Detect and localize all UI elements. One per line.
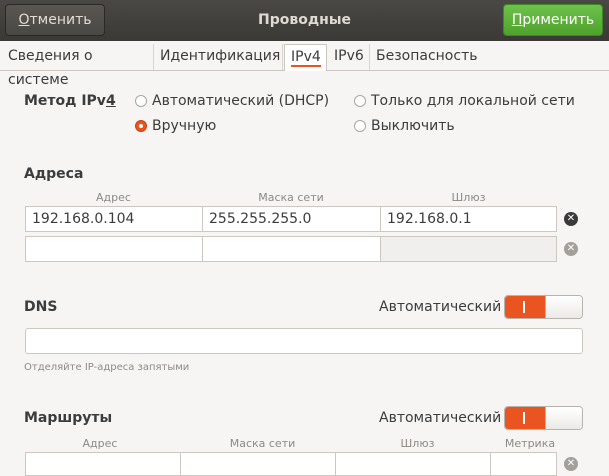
dns-hint: Отделяйте IP-адреса запятыми — [24, 362, 190, 373]
tab-identity[interactable]: Идентификация — [154, 44, 283, 70]
route-metric-field[interactable] — [490, 452, 557, 476]
routes-col-netmask: Маска сети — [229, 437, 296, 450]
apply-button[interactable]: Применить — [503, 4, 603, 36]
tab-bar: Сведения о системе Идентификация IPv4 IP… — [0, 41, 609, 88]
tab-details[interactable]: Сведения о системе — [2, 44, 154, 88]
radio-link-local[interactable] — [354, 95, 366, 107]
address-field-1[interactable]: 192.168.0.104 — [25, 206, 203, 232]
switch-on-indicator — [505, 407, 545, 429]
routes-col-metric: Метрика — [504, 437, 556, 450]
routes-auto-switch[interactable] — [504, 406, 583, 430]
routes-col-gateway: Шлюз — [400, 437, 435, 450]
tab-ipv4[interactable]: IPv4 — [284, 44, 327, 71]
route-address-field[interactable] — [25, 452, 181, 476]
cancel-button[interactable]: Отменить — [5, 4, 105, 36]
radio-dhcp[interactable] — [135, 95, 147, 107]
route-gateway-field[interactable] — [335, 452, 491, 476]
clear-icon[interactable]: ✕ — [564, 457, 578, 471]
ipv4-method-label: Метод IPv4 — [24, 93, 116, 109]
dns-auto-label: Автоматический — [379, 299, 502, 315]
radio-manual-label[interactable]: Вручную — [152, 118, 216, 134]
radio-disable-label[interactable]: Выключить — [371, 118, 455, 134]
gateway-field-2[interactable] — [380, 236, 557, 262]
routes-col-address: Адрес — [82, 437, 118, 450]
clear-icon[interactable]: ✕ — [564, 242, 578, 256]
addresses-title: Адреса — [24, 166, 84, 182]
dns-auto-switch[interactable] — [504, 295, 583, 319]
clear-icon[interactable]: ✕ — [564, 212, 578, 226]
radio-manual[interactable] — [135, 120, 147, 132]
header-bar: Отменить Проводные Применить — [0, 0, 609, 42]
switch-knob — [545, 407, 582, 429]
tab-ipv6[interactable]: IPv6 — [328, 44, 370, 70]
dns-title: DNS — [24, 299, 58, 315]
dns-input[interactable] — [25, 328, 583, 354]
address-field-2[interactable] — [25, 236, 203, 262]
radio-disable[interactable] — [354, 120, 366, 132]
routes-title: Маршруты — [24, 410, 113, 426]
route-netmask-field[interactable] — [180, 452, 336, 476]
switch-knob — [545, 296, 582, 318]
tab-security[interactable]: Безопасность — [370, 44, 480, 70]
netmask-field-1[interactable]: 255.255.255.0 — [202, 206, 381, 232]
addresses-col-netmask: Маска сети — [258, 191, 324, 204]
addresses-col-gateway: Шлюз — [451, 191, 486, 204]
radio-link-local-label[interactable]: Только для локальной сети — [371, 93, 575, 109]
netmask-field-2[interactable] — [202, 236, 381, 262]
gateway-field-1[interactable]: 192.168.0.1 — [380, 206, 557, 232]
switch-on-indicator — [505, 296, 545, 318]
addresses-col-address: Адрес — [96, 191, 131, 204]
routes-auto-label: Автоматический — [379, 410, 502, 426]
radio-dhcp-label[interactable]: Автоматический (DHCP) — [152, 93, 329, 109]
